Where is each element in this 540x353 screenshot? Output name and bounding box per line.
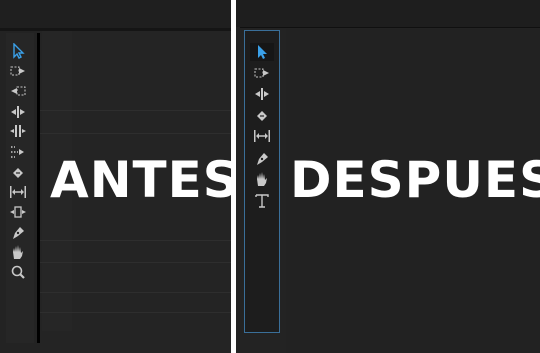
after-header-bar <box>236 0 540 27</box>
type-icon <box>255 194 269 208</box>
before-track-select-backward-tool[interactable] <box>8 82 28 100</box>
slide-icon <box>10 206 26 218</box>
before-slip-tool[interactable] <box>8 183 28 201</box>
razor-icon <box>257 111 267 121</box>
track-forward-icon <box>10 66 25 76</box>
after-pen-tool[interactable] <box>250 149 274 167</box>
track-backward-icon <box>11 86 26 96</box>
after-track-select-tool[interactable] <box>250 64 274 82</box>
after-header-divider <box>240 27 540 28</box>
before-track-divider <box>40 133 231 134</box>
rate-stretch-icon <box>11 146 24 158</box>
before-track-divider <box>40 262 231 263</box>
after-ripple-edit-tool[interactable] <box>250 85 274 103</box>
before-razor-tool[interactable] <box>8 163 28 181</box>
before-tools-panel-edge <box>37 33 40 343</box>
after-razor-tool[interactable] <box>250 106 274 124</box>
after-selection-tool[interactable] <box>250 43 274 61</box>
after-type-tool[interactable] <box>250 192 274 210</box>
pen-icon <box>13 227 24 239</box>
razor-icon <box>13 168 23 178</box>
zoom-icon <box>11 265 25 279</box>
after-hand-tool[interactable] <box>250 170 274 188</box>
before-slide-tool[interactable] <box>8 203 28 221</box>
ripple-edit-icon <box>11 106 25 118</box>
after-label: DESPUES <box>290 151 540 209</box>
before-selection-tool[interactable] <box>8 42 28 60</box>
before-zoom-tool[interactable] <box>8 263 28 281</box>
before-track-divider <box>40 312 231 313</box>
slip-icon <box>254 130 270 142</box>
before-track-divider <box>40 292 231 293</box>
hand-icon <box>257 172 267 186</box>
before-ripple-edit-tool[interactable] <box>8 103 28 121</box>
before-rolling-edit-tool[interactable] <box>8 122 28 140</box>
before-pen-tool[interactable] <box>8 223 28 241</box>
slip-icon <box>10 186 26 198</box>
before-header-bar <box>0 0 231 28</box>
after-slip-tool[interactable] <box>250 127 274 145</box>
pen-icon <box>257 153 268 165</box>
rolling-edit-icon <box>10 125 26 137</box>
before-hand-tool[interactable] <box>8 243 28 261</box>
before-track-divider <box>40 240 231 241</box>
before-track-divider <box>40 110 231 111</box>
hand-icon <box>13 245 23 259</box>
before-track-select-forward-tool[interactable] <box>8 62 28 80</box>
track-forward-icon <box>254 68 269 78</box>
before-label: ANTES <box>50 151 240 209</box>
arrow-select-icon <box>13 43 25 59</box>
arrow-select-icon <box>258 45 267 59</box>
ripple-edit-icon <box>255 88 269 100</box>
before-rate-stretch-tool[interactable] <box>8 143 28 161</box>
